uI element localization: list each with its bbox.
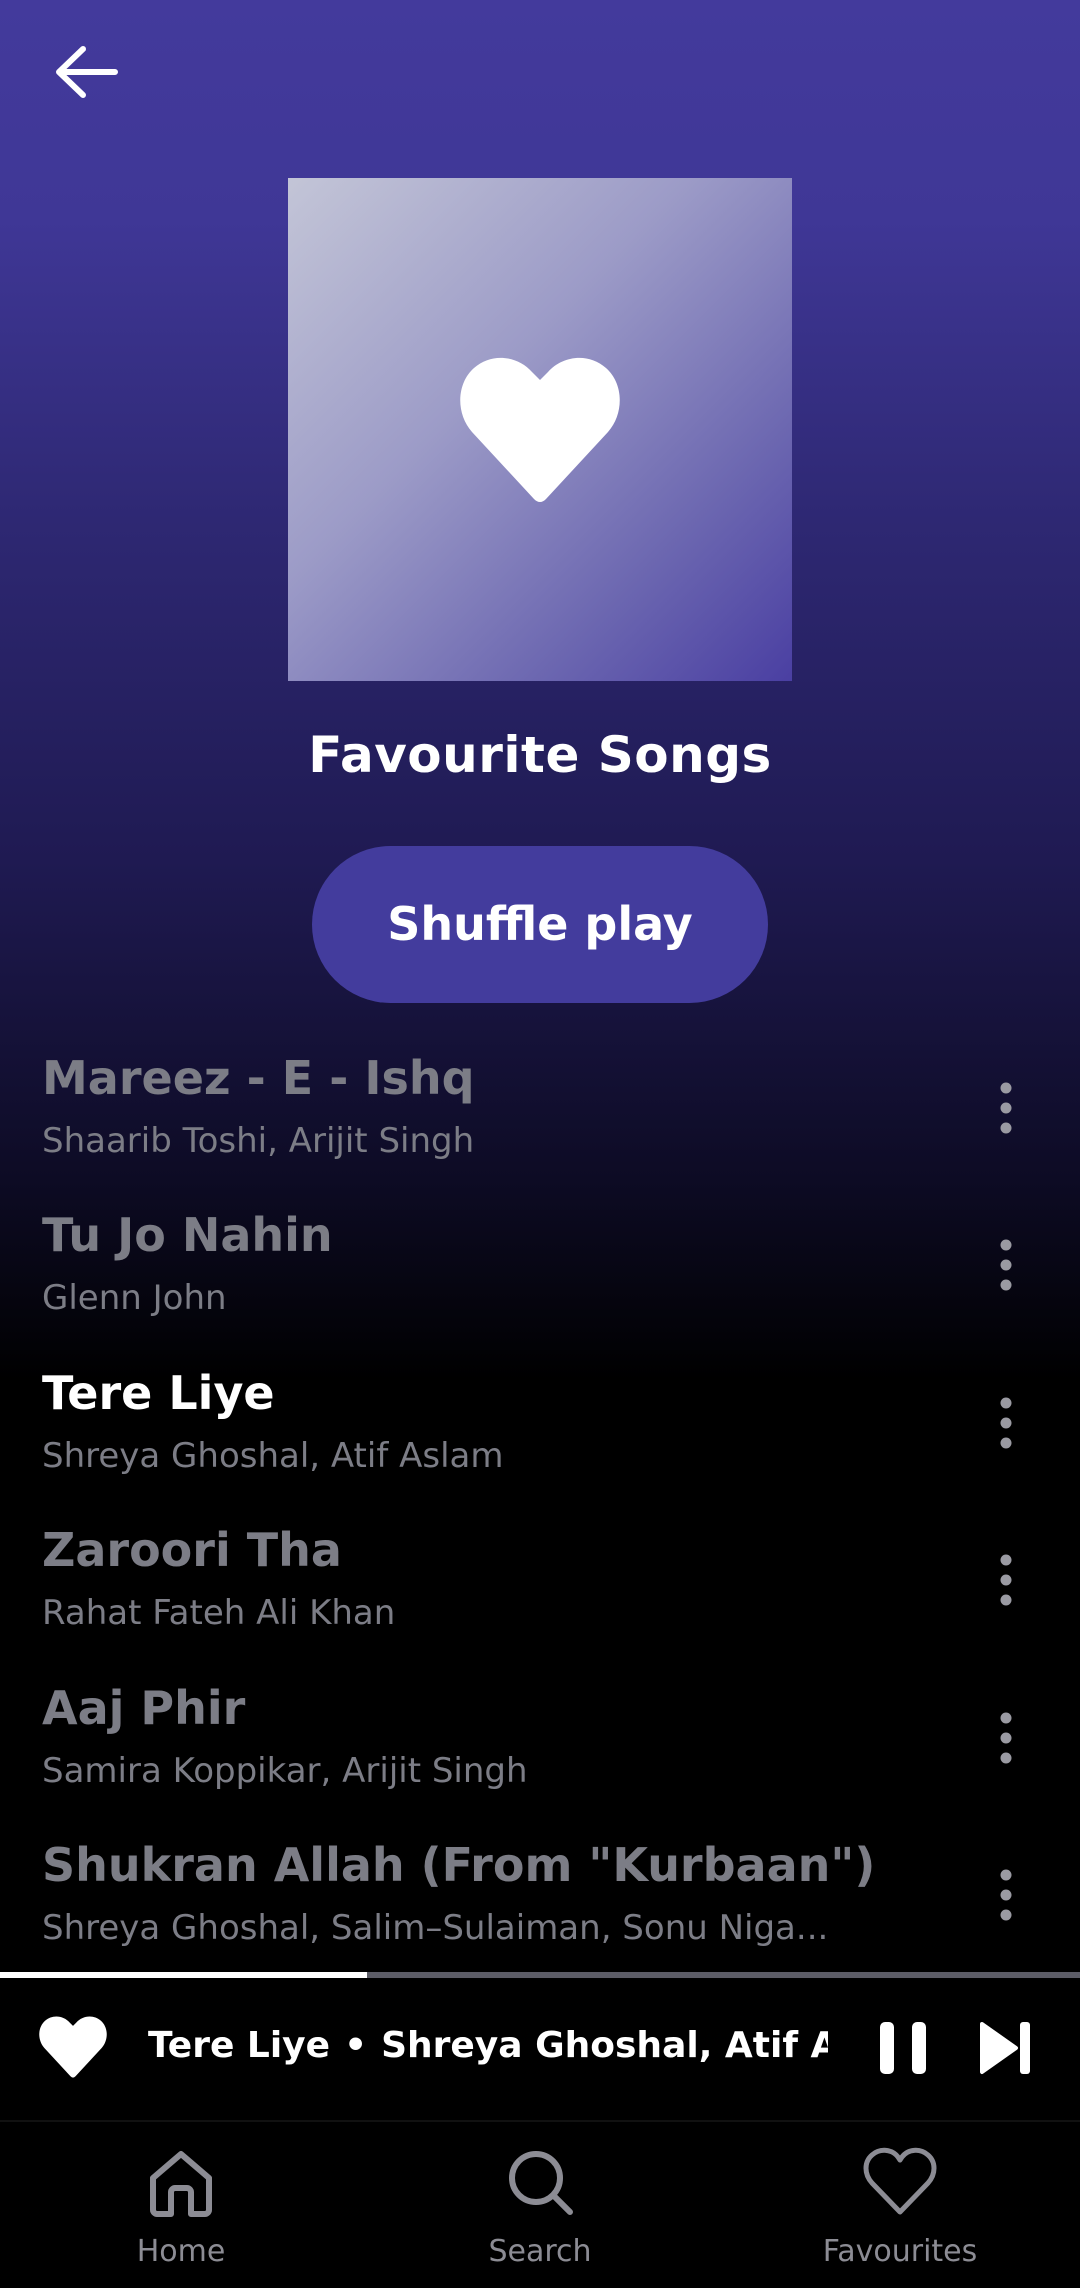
back-button[interactable] xyxy=(46,36,126,108)
more-options-button[interactable] xyxy=(976,1855,1036,1935)
playlist-title: Favourite Songs xyxy=(308,726,772,784)
skip-next-icon xyxy=(980,2022,1030,2074)
song-artist: Rahat Fateh Ali Khan xyxy=(42,1593,396,1633)
more-options-button[interactable] xyxy=(976,1540,1036,1620)
more-vertical-icon xyxy=(1000,1397,1012,1449)
song-artist: Samira Koppikar, Arijit Singh xyxy=(42,1751,528,1791)
bottom-navigation: Home Search Favourites xyxy=(0,2120,1080,2288)
song-artist: Shreya Ghoshal, Salim–Sulaiman, Sonu Nig… xyxy=(42,1908,829,1948)
song-artist: Shreya Ghoshal, Atif Aslam xyxy=(42,1436,504,1476)
more-vertical-icon xyxy=(1000,1082,1012,1134)
nav-label-home: Home xyxy=(136,2234,226,2269)
heart-icon xyxy=(460,357,620,502)
nav-item-home[interactable]: Home xyxy=(51,2122,311,2288)
list-item[interactable]: Shukran Allah (From "Kurbaan") Shreya Gh… xyxy=(0,1833,1080,1991)
more-vertical-icon xyxy=(1000,1869,1012,1921)
more-vertical-icon xyxy=(1000,1239,1012,1291)
now-playing-title: Tere Liye xyxy=(148,2025,331,2066)
more-options-button[interactable] xyxy=(976,1225,1036,1305)
shuffle-play-button[interactable]: Shuffle play xyxy=(312,846,768,1003)
more-vertical-icon xyxy=(1000,1554,1012,1606)
more-options-button[interactable] xyxy=(976,1068,1036,1148)
playlist-cover xyxy=(288,178,792,681)
pause-button[interactable] xyxy=(876,2018,930,2078)
more-vertical-icon xyxy=(1000,1712,1012,1764)
song-title: Zaroori Tha xyxy=(42,1523,342,1577)
nav-item-search[interactable]: Search xyxy=(410,2122,670,2288)
mini-player[interactable]: Tere Liye • Shreya Ghoshal, Atif As... xyxy=(0,1978,1080,2120)
song-artist: Glenn John xyxy=(42,1278,227,1318)
nav-label-favourites: Favourites xyxy=(822,2234,978,2269)
song-title: Mareez - E - Ishq xyxy=(42,1051,475,1105)
more-options-button[interactable] xyxy=(976,1698,1036,1778)
now-playing-artist: Shreya Ghoshal, Atif As... xyxy=(381,2025,828,2066)
like-button[interactable] xyxy=(36,2014,110,2080)
heart-filled-icon xyxy=(39,2016,107,2078)
more-options-button[interactable] xyxy=(976,1383,1036,1463)
song-title: Tere Liye xyxy=(42,1366,275,1420)
nav-label-search: Search xyxy=(488,2234,592,2269)
next-track-button[interactable] xyxy=(978,2018,1034,2078)
list-item[interactable]: Mareez - E - Ishq Shaarib Toshi, Arijit … xyxy=(0,1046,1080,1204)
list-item[interactable]: Tere Liye Shreya Ghoshal, Atif Aslam xyxy=(0,1361,1080,1519)
song-title: Shukran Allah (From "Kurbaan") xyxy=(42,1838,876,1892)
song-title: Aaj Phir xyxy=(42,1681,246,1735)
heart-outline-icon xyxy=(863,2147,937,2215)
list-item[interactable]: Aaj Phir Samira Koppikar, Arijit Singh xyxy=(0,1676,1080,1834)
nav-item-favourites[interactable]: Favourites xyxy=(770,2122,1030,2288)
home-icon xyxy=(150,2151,212,2217)
list-item[interactable]: Zaroori Tha Rahat Fateh Ali Khan xyxy=(0,1518,1080,1676)
separator-dot: • xyxy=(344,2025,368,2066)
arrow-left-icon xyxy=(56,46,118,98)
list-item[interactable]: Tu Jo Nahin Glenn John xyxy=(0,1203,1080,1361)
favourites-playlist-screen: Favourite Songs Shuffle play Mareez - E … xyxy=(0,0,1080,2288)
now-playing-info[interactable]: Tere Liye • Shreya Ghoshal, Atif As... xyxy=(148,2016,828,2076)
pause-icon xyxy=(880,2022,926,2074)
song-title: Tu Jo Nahin xyxy=(42,1208,333,1262)
song-artist: Shaarib Toshi, Arijit Singh xyxy=(42,1121,475,1161)
search-icon xyxy=(509,2151,573,2215)
